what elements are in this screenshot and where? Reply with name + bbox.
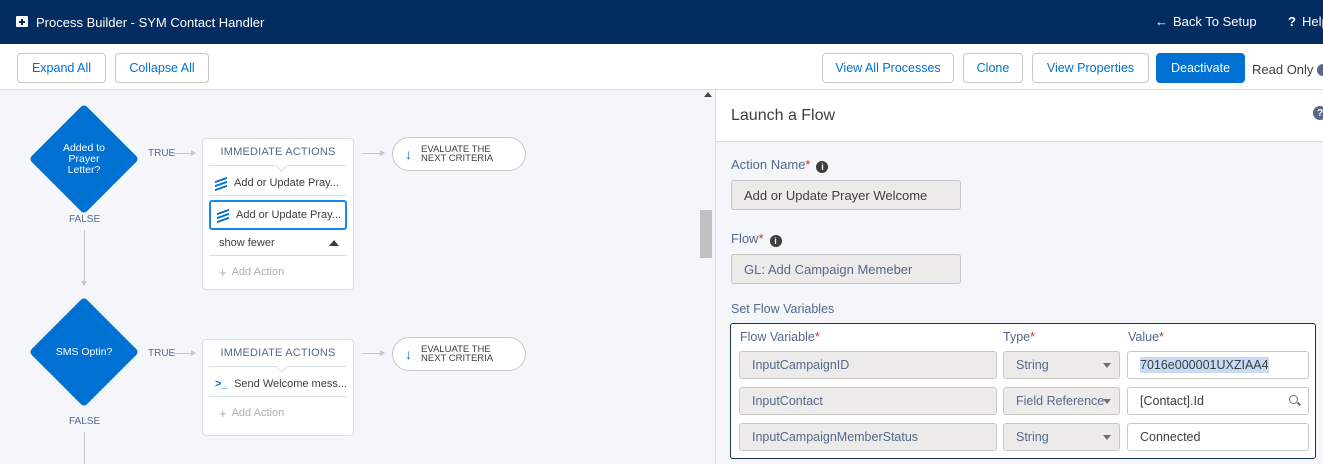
info-icon bbox=[1317, 64, 1323, 76]
panel-header: Launch a Flow ? bbox=[716, 90, 1323, 142]
variable-name-cell[interactable]: InputCampaignID bbox=[739, 351, 997, 379]
variable-value-field[interactable]: 7016e000001UXZIAA4 bbox=[1127, 351, 1309, 379]
criteria-node[interactable]: SMS Optin? bbox=[28, 296, 140, 408]
collapse-triangle-icon bbox=[329, 239, 339, 246]
set-flow-variables-label: Set Flow Variables bbox=[731, 302, 835, 316]
action-label: Add or Update Pray... bbox=[234, 176, 339, 189]
immediate-actions-card: IMMEDIATE ACTIONS Add or Update Pray... … bbox=[202, 138, 354, 290]
immediate-actions-header: IMMEDIATE ACTIONS bbox=[209, 340, 347, 367]
evaluate-connector bbox=[362, 153, 380, 154]
chevron-down-icon bbox=[1103, 399, 1111, 404]
back-to-setup-link[interactable]: ← Back To Setup bbox=[1155, 14, 1257, 29]
info-icon[interactable]: i bbox=[769, 235, 782, 247]
arrow-left-icon: ← bbox=[1155, 14, 1168, 29]
connector-arrow-icon bbox=[191, 150, 196, 156]
chevron-down-icon bbox=[1103, 363, 1111, 368]
action-properties-panel: Launch a Flow ? Action Name* i Add or Upd… bbox=[715, 90, 1323, 464]
variable-type-select[interactable]: String bbox=[1003, 351, 1120, 379]
false-label: FALSE bbox=[69, 416, 101, 427]
action-item-selected[interactable]: Add or Update Pray... bbox=[209, 200, 347, 230]
read-only-indicator: Read Only bbox=[1252, 62, 1323, 77]
connector-arrow-icon bbox=[191, 350, 196, 356]
help-icon[interactable]: ? bbox=[1313, 106, 1323, 120]
arrow-down-icon: ↓ bbox=[405, 346, 412, 362]
add-action-label: Add Action bbox=[231, 266, 285, 278]
immediate-actions-header: IMMEDIATE ACTIONS bbox=[209, 139, 347, 166]
clone-button[interactable]: Clone bbox=[963, 53, 1023, 83]
criteria-label: SMS Optin? bbox=[55, 345, 113, 358]
true-connector bbox=[174, 353, 192, 354]
variable-name-cell[interactable]: InputContact bbox=[739, 387, 997, 415]
search-icon[interactable] bbox=[1289, 395, 1298, 404]
scroll-up-arrow[interactable] bbox=[704, 92, 712, 97]
flow-label: Flow* i bbox=[731, 231, 782, 247]
variable-value-field[interactable]: [Contact].Id bbox=[1127, 387, 1309, 415]
show-fewer-toggle[interactable]: show fewer bbox=[209, 230, 347, 256]
action-label: Add or Update Pray... bbox=[236, 209, 341, 221]
connector-arrow-icon bbox=[380, 350, 385, 356]
add-action-button[interactable]: + Add Action bbox=[203, 397, 353, 429]
action-name-label: Action Name* i bbox=[731, 157, 829, 173]
apex-prompt-icon: >_ bbox=[215, 377, 228, 390]
page-title: Process Builder - SYM Contact Handler bbox=[36, 15, 265, 30]
criteria-label: Added to Prayer Letter? bbox=[62, 141, 106, 176]
false-connector bbox=[84, 230, 85, 282]
toolbar: Expand All Collapse All View All Process… bbox=[0, 44, 1323, 90]
true-label: TRUE bbox=[148, 348, 176, 359]
panel-title: Launch a Flow bbox=[731, 106, 836, 124]
false-connector bbox=[84, 432, 85, 464]
add-action-label: Add Action bbox=[231, 407, 285, 419]
process-canvas[interactable]: Added to Prayer Letter? TRUE IMMEDIATE A… bbox=[0, 90, 715, 464]
action-item[interactable]: Add or Update Pray... bbox=[209, 170, 347, 196]
view-all-processes-button[interactable]: View All Processes bbox=[822, 53, 954, 83]
global-header: Process Builder - SYM Contact Handler ← B… bbox=[0, 0, 1323, 44]
evaluate-line-2: NEXT CRITERIA bbox=[421, 153, 494, 164]
action-item[interactable]: >_ Send Welcome mess... bbox=[209, 371, 347, 397]
immediate-actions-card: IMMEDIATE ACTIONS >_ Send Welcome mess..… bbox=[202, 339, 354, 436]
true-label: TRUE bbox=[148, 148, 176, 159]
action-name-field[interactable]: Add or Update Prayer Welcome bbox=[731, 180, 961, 210]
canvas-scrollbar-thumb[interactable] bbox=[700, 210, 712, 258]
arrow-down-icon: ↓ bbox=[405, 146, 412, 162]
view-properties-button[interactable]: View Properties bbox=[1032, 53, 1149, 83]
help-link[interactable]: ? Help bbox=[1288, 14, 1323, 29]
connector-arrow-icon bbox=[81, 281, 87, 286]
column-header-value: Value* bbox=[1128, 330, 1164, 344]
evaluate-next-criteria-toggle[interactable]: ↓ EVALUATE THE NEXT CRITERIA bbox=[392, 337, 526, 371]
help-label: Help bbox=[1301, 14, 1323, 29]
variable-name-cell[interactable]: InputCampaignMemberStatus bbox=[739, 423, 997, 451]
column-header-flow-variable: Flow Variable* bbox=[740, 330, 820, 344]
add-action-button[interactable]: + Add Action bbox=[203, 256, 353, 288]
question-icon: ? bbox=[1288, 14, 1296, 29]
connector-arrow-icon bbox=[380, 150, 385, 156]
evaluate-next-criteria-toggle[interactable]: ↓ EVALUATE THE NEXT CRITERIA bbox=[392, 137, 526, 171]
read-only-label: Read Only bbox=[1252, 62, 1314, 77]
evaluate-line-2: NEXT CRITERIA bbox=[421, 353, 494, 364]
true-connector bbox=[174, 153, 192, 154]
flow-field[interactable]: GL: Add Campaign Memeber bbox=[731, 254, 961, 284]
criteria-node[interactable]: Added to Prayer Letter? bbox=[28, 103, 140, 215]
flow-icon bbox=[215, 176, 227, 191]
variable-type-select[interactable]: Field Reference bbox=[1003, 387, 1120, 415]
variable-type-select[interactable]: String bbox=[1003, 423, 1120, 451]
info-icon[interactable]: i bbox=[816, 161, 829, 173]
deactivate-button[interactable]: Deactivate bbox=[1156, 53, 1245, 83]
false-label: FALSE bbox=[69, 214, 101, 225]
action-label: Send Welcome mess... bbox=[234, 377, 347, 390]
flow-icon bbox=[217, 208, 229, 224]
plus-icon: + bbox=[219, 405, 227, 421]
back-to-setup-label: Back To Setup bbox=[1173, 14, 1257, 29]
expand-all-button[interactable]: Expand All bbox=[17, 53, 106, 83]
process-builder-icon bbox=[16, 16, 28, 27]
plus-icon: + bbox=[219, 264, 227, 280]
variable-value-field[interactable]: Connected bbox=[1127, 423, 1309, 451]
flow-variables-table: Flow Variable* Type* Value* InputCampaig… bbox=[730, 323, 1316, 459]
column-header-type: Type* bbox=[1003, 330, 1035, 344]
panel-body: Action Name* i Add or Update Prayer Welco… bbox=[716, 142, 1323, 464]
evaluate-connector bbox=[362, 353, 380, 354]
chevron-down-icon bbox=[1103, 435, 1111, 440]
show-fewer-label: show fewer bbox=[219, 236, 275, 249]
collapse-all-button[interactable]: Collapse All bbox=[115, 53, 209, 83]
